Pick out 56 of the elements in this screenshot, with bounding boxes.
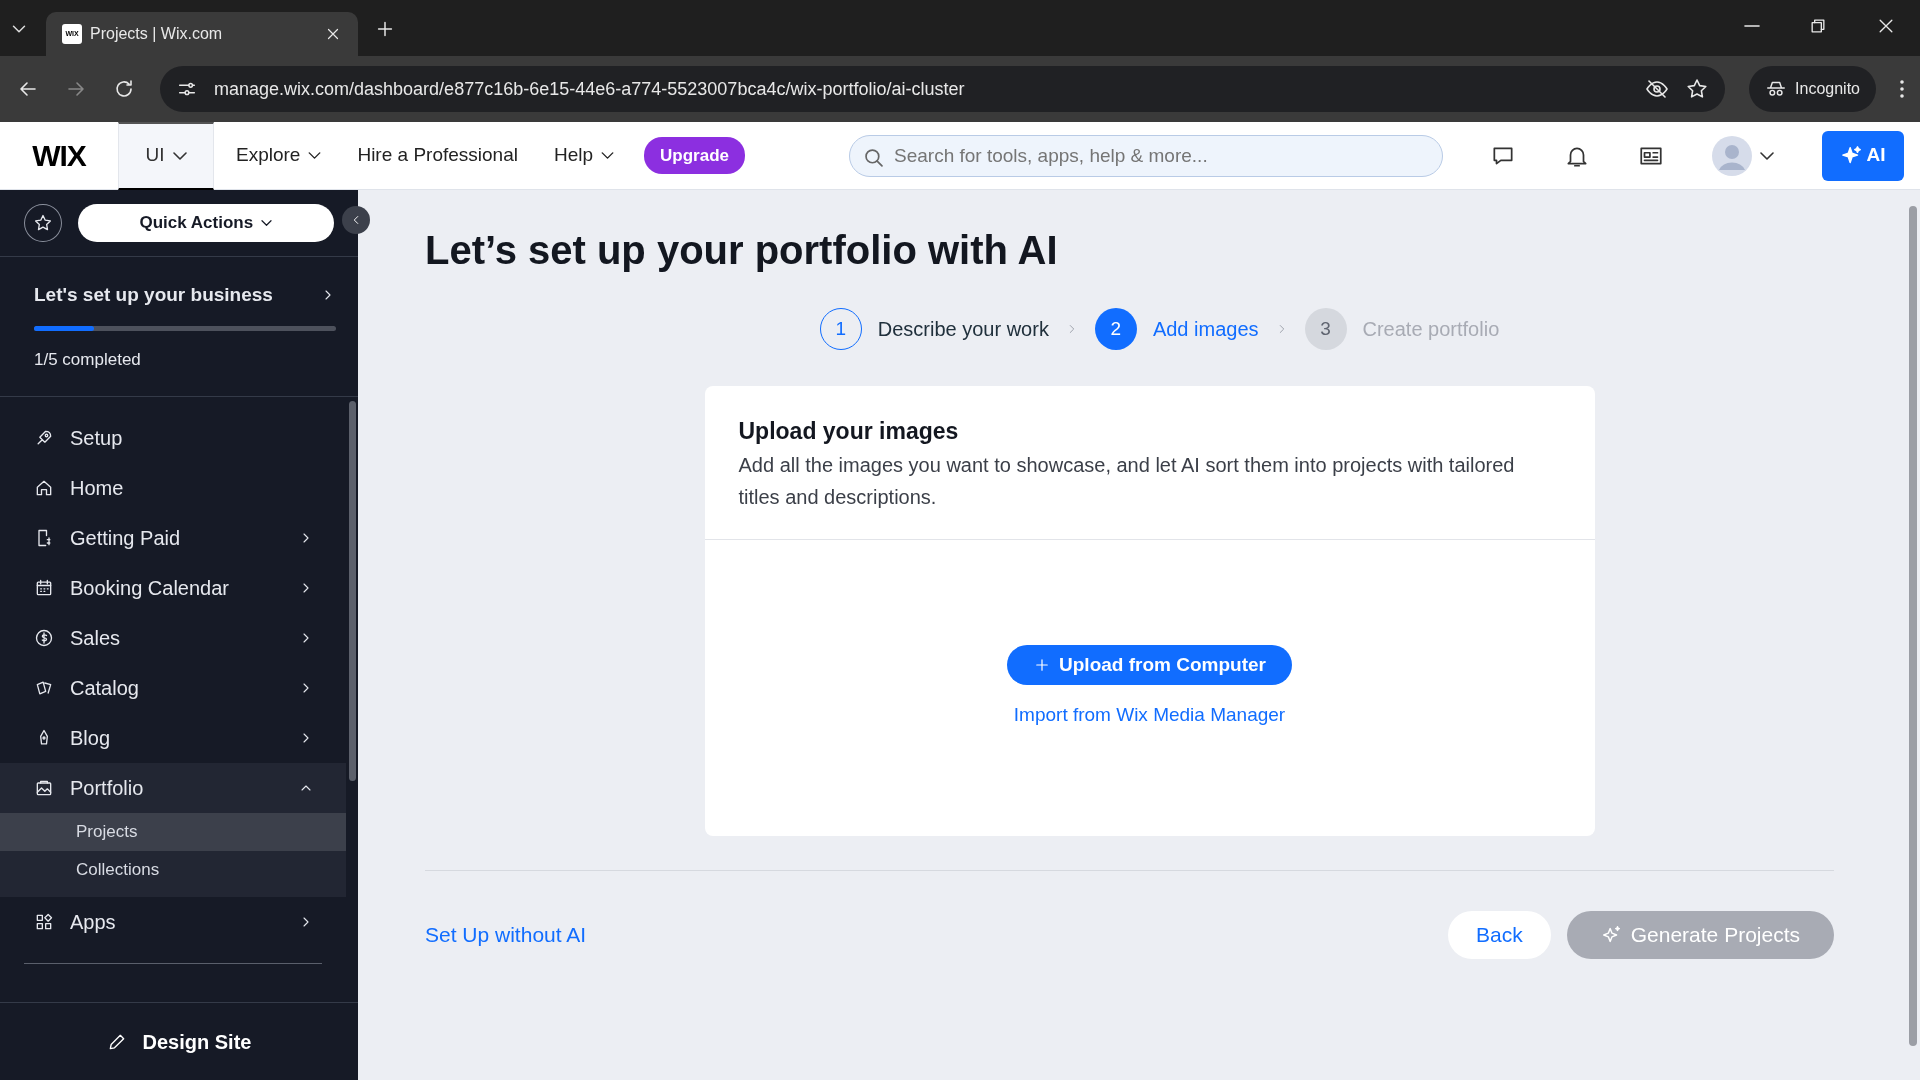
menu-item[interactable]: Help <box>547 140 621 171</box>
url-text: manage.wix.com/dashboard/e877c16b-6e15-44e6-a774-5523007bca4c/wix-portfolio/ai-cluster <box>214 77 966 101</box>
sidebar-subitem[interactable]: Projects <box>0 813 346 851</box>
sidebar-item[interactable]: Setup <box>0 413 346 463</box>
scrollbar[interactable] <box>1909 206 1917 1046</box>
star-icon <box>1685 77 1710 101</box>
menu-item[interactable]: Hire a Professional <box>351 140 524 171</box>
wix-logo[interactable]: WIX <box>0 133 118 178</box>
caret-icon <box>601 152 615 159</box>
sidebar-item[interactable]: Home <box>0 463 346 513</box>
sidebar-item[interactable]: Getting Paid <box>0 513 346 563</box>
sidebar-item[interactable]: Catalog <box>0 663 346 713</box>
caret-icon <box>308 152 322 159</box>
collapse-sidebar-button[interactable] <box>342 206 370 234</box>
tab-title: Projects | Wix.com <box>90 24 224 44</box>
sidebar-item[interactable]: Booking Calendar <box>0 563 346 613</box>
apps-icon <box>34 912 54 932</box>
card-title: Upload your images <box>738 417 960 446</box>
minimize-icon <box>1744 25 1760 27</box>
image-icon <box>34 778 54 798</box>
sidebar-item[interactable]: Sales <box>0 613 346 663</box>
caret-icon <box>1760 151 1774 160</box>
avatar[interactable] <box>1712 135 1752 176</box>
sidebar-subitem[interactable]: Collections <box>0 851 346 889</box>
incognito-indicator[interactable]: Incognito <box>1749 66 1876 112</box>
step: 3 Create portfolio <box>1304 308 1500 350</box>
search-field[interactable]: Search for tools, apps, help & more... <box>849 134 1443 177</box>
eye-off-icon <box>1645 77 1670 101</box>
calendar-icon <box>34 578 54 598</box>
menu-item[interactable]: Explore <box>230 140 328 171</box>
step: 1 Describe your work <box>819 308 1049 350</box>
page-title: Let’s set up your portfolio with AI <box>425 227 1058 274</box>
star-icon <box>32 213 53 233</box>
site-selector[interactable]: UI <box>118 121 214 190</box>
ai-button[interactable]: AI <box>1822 130 1904 181</box>
sidebar-item[interactable]: Portfolio <box>0 763 346 813</box>
address-bar[interactable]: manage.wix.com/dashboard/e877c16b-6e15-44e6-a774-5523007bca4c/wix-portfolio/ai-cluster <box>160 66 1726 112</box>
progress-text: 1/5 completed <box>34 348 142 371</box>
sidebar-item[interactable]: Blog <box>0 713 346 763</box>
quick-actions-button[interactable]: Quick Actions <box>77 204 334 242</box>
import-link[interactable]: Import from Wix Media Manager <box>1013 701 1286 730</box>
setup-card-link[interactable]: Let's set up your business <box>34 281 336 310</box>
caret-icon <box>261 220 273 226</box>
card-description: Add all the images you want to showcase, and let AI sort them into projects with tailored titles and descriptions. <box>738 452 1516 510</box>
more-icon <box>1900 80 1904 98</box>
scrollbar[interactable] <box>348 401 356 781</box>
upload-button[interactable]: Upload from Computer <box>1007 645 1292 686</box>
sidebar-item[interactable]: Apps <box>0 897 346 947</box>
upgrade-button[interactable]: Upgrade <box>644 136 745 175</box>
step: 2 Add images <box>1094 308 1259 350</box>
setup-without-ai-link[interactable]: Set Up without AI <box>425 918 587 951</box>
home-icon <box>34 478 54 498</box>
dollar-icon <box>34 628 54 648</box>
search-icon <box>865 149 883 168</box>
caret-icon <box>172 151 187 160</box>
back-button[interactable]: Back <box>1448 910 1551 959</box>
